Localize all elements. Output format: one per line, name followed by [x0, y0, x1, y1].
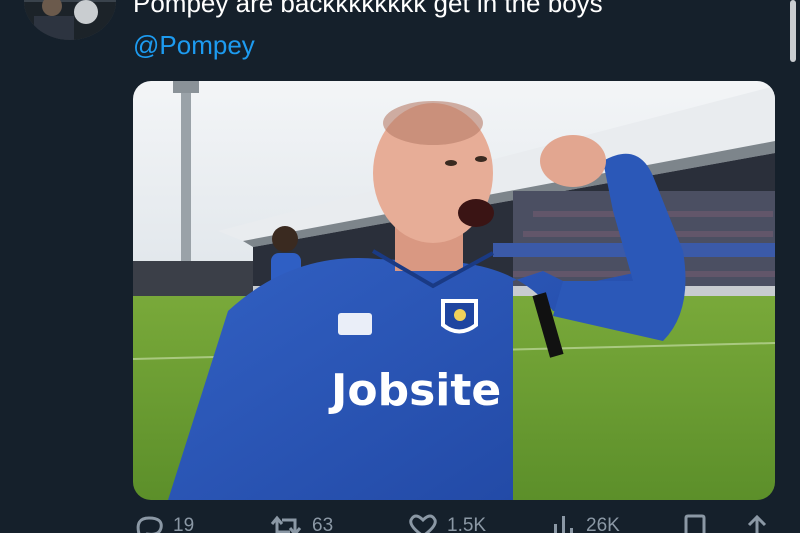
views-button[interactable]: 26K	[550, 514, 620, 533]
avatar[interactable]	[24, 0, 116, 40]
share-icon	[747, 514, 767, 533]
scrollbar[interactable]	[790, 0, 796, 62]
avatar-image	[24, 0, 116, 40]
tweet-detail: Pompey are backkkkkkkk get in the boys @…	[0, 0, 800, 533]
like-count: 1.5K	[447, 515, 487, 533]
bookmark-icon	[684, 514, 706, 533]
reply-icon	[136, 516, 163, 533]
reply-count: 19	[173, 515, 195, 533]
retweet-button[interactable]: 63	[268, 514, 333, 533]
share-button[interactable]	[744, 514, 770, 533]
retweet-count: 63	[312, 515, 334, 533]
heart-icon	[409, 514, 437, 533]
bookmark-button[interactable]	[682, 514, 708, 533]
mention-link[interactable]: @Pompey	[133, 28, 255, 62]
like-button[interactable]: 1.5K	[407, 514, 486, 533]
reply-button[interactable]: 19	[133, 514, 194, 533]
tweet-text: Pompey are backkkkkkkk get in the boys	[133, 0, 603, 18]
shirt-sponsor-text: Jobsite	[328, 365, 501, 416]
views-chart-icon	[554, 516, 573, 533]
views-count: 26K	[586, 515, 620, 533]
retweet-icon	[270, 515, 302, 533]
photo-footballer-celebrating: Jobsite	[133, 81, 775, 500]
tweet-media-photo[interactable]: Jobsite	[133, 81, 775, 500]
tweet-actions-bar: 19 63 1.5K 26K	[0, 514, 800, 533]
